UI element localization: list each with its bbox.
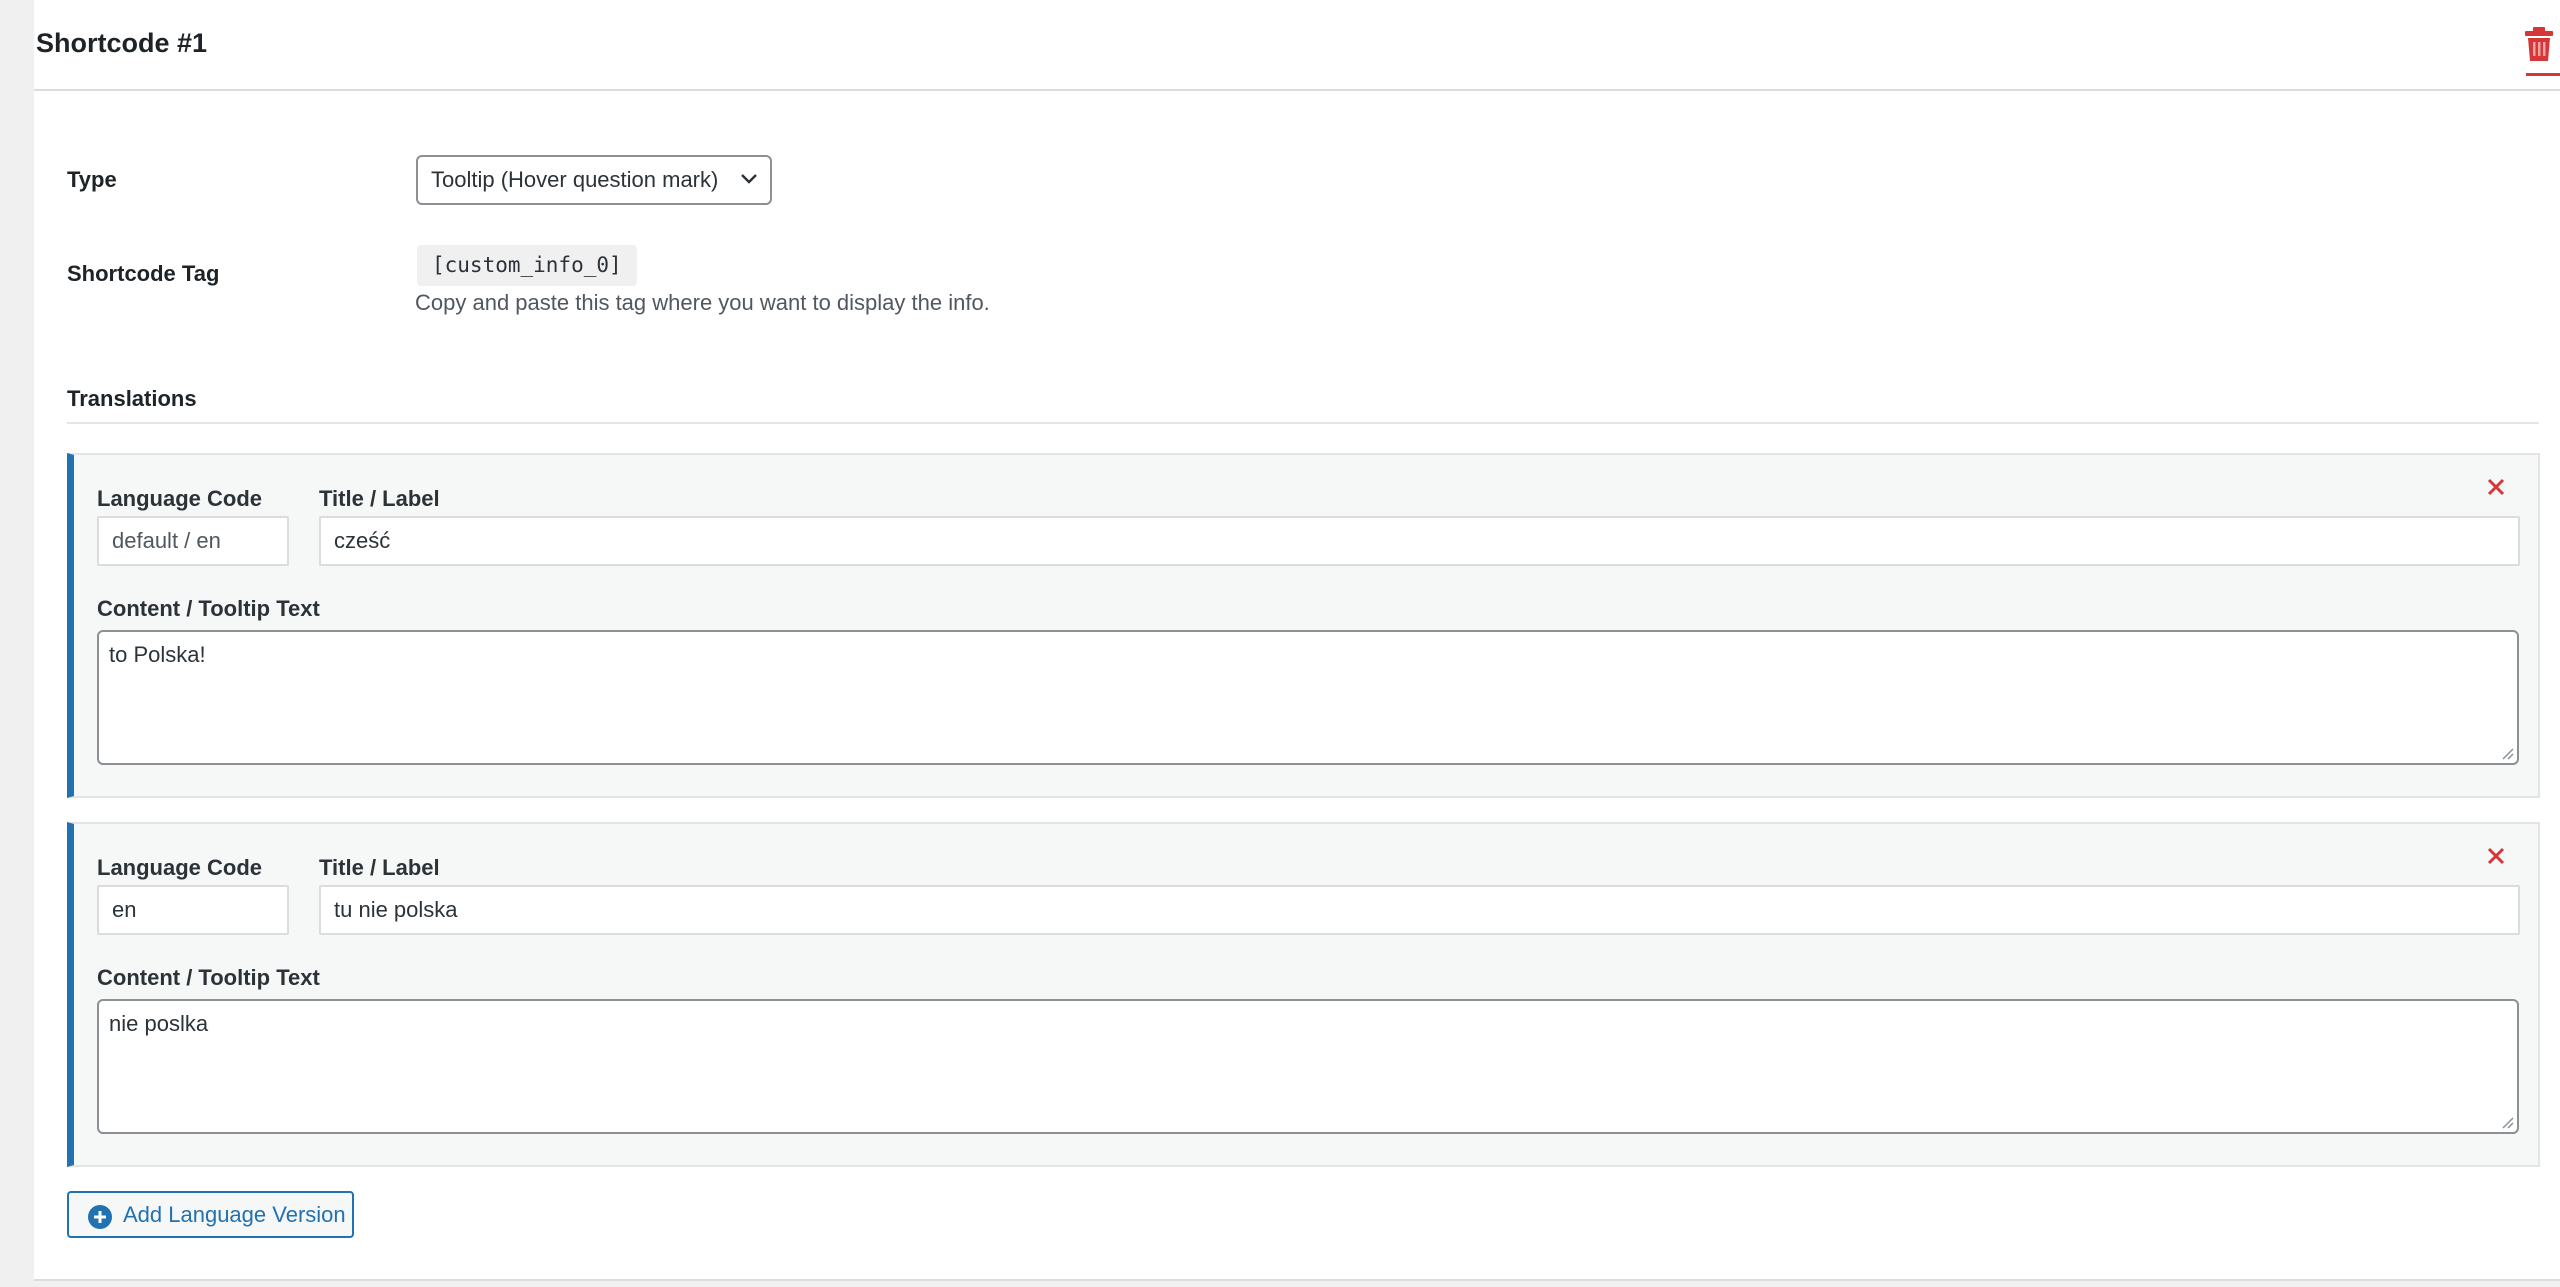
type-select[interactable]: Tooltip (Hover question mark)	[416, 155, 772, 205]
language-code-label: Language Code	[97, 855, 263, 880]
language-code-input[interactable]: en	[97, 885, 289, 935]
shortcode-tag-value[interactable]: [custom_info_0]	[417, 245, 637, 286]
content-textarea[interactable]: to Polska!	[97, 630, 2519, 765]
shortcode-help-text: Copy and paste this tag where you want t…	[415, 290, 990, 315]
delete-shortcode-button[interactable]	[2522, 26, 2560, 76]
panel-title: Shortcode #1	[36, 28, 208, 58]
translation-card: Language Code Title / Label default / en…	[67, 453, 2540, 798]
panel-header: Shortcode #1	[34, 0, 2560, 91]
content-label: Content / Tooltip Text	[97, 965, 320, 990]
plus-circle-icon	[88, 1205, 112, 1229]
language-code-label: Language Code	[97, 486, 263, 511]
title-input[interactable]: cześć	[319, 516, 2520, 566]
translations-divider	[67, 422, 2539, 424]
content-textarea[interactable]: nie poslka	[97, 999, 2519, 1134]
title-label: Title / Label	[319, 855, 440, 880]
language-code-input[interactable]: default / en	[97, 516, 289, 566]
add-language-version-button[interactable]: Add Language Version	[67, 1191, 354, 1238]
shortcode-tag-label: Shortcode Tag	[67, 261, 220, 286]
content-text: to Polska!	[109, 642, 206, 667]
translations-title: Translations	[67, 386, 197, 411]
content-label: Content / Tooltip Text	[97, 596, 320, 621]
resize-handle-icon[interactable]	[2499, 1114, 2515, 1130]
remove-translation-icon[interactable]	[2484, 475, 2508, 499]
trash-icon	[2525, 27, 2553, 61]
content-text: nie poslka	[109, 1011, 209, 1036]
translation-card: Language Code Title / Label en tu nie po…	[67, 822, 2540, 1167]
remove-translation-icon[interactable]	[2484, 844, 2508, 868]
type-select-value: Tooltip (Hover question mark)	[431, 167, 719, 192]
resize-handle-icon[interactable]	[2499, 745, 2515, 761]
shortcode-panel: Shortcode #1 Type Tooltip (Hover questio…	[34, 0, 2560, 1281]
title-input[interactable]: tu nie polska	[319, 885, 2520, 935]
title-label: Title / Label	[319, 486, 440, 511]
chevron-down-icon	[741, 174, 757, 184]
add-language-version-label: Add Language Version	[123, 1202, 346, 1227]
type-label: Type	[67, 167, 117, 192]
